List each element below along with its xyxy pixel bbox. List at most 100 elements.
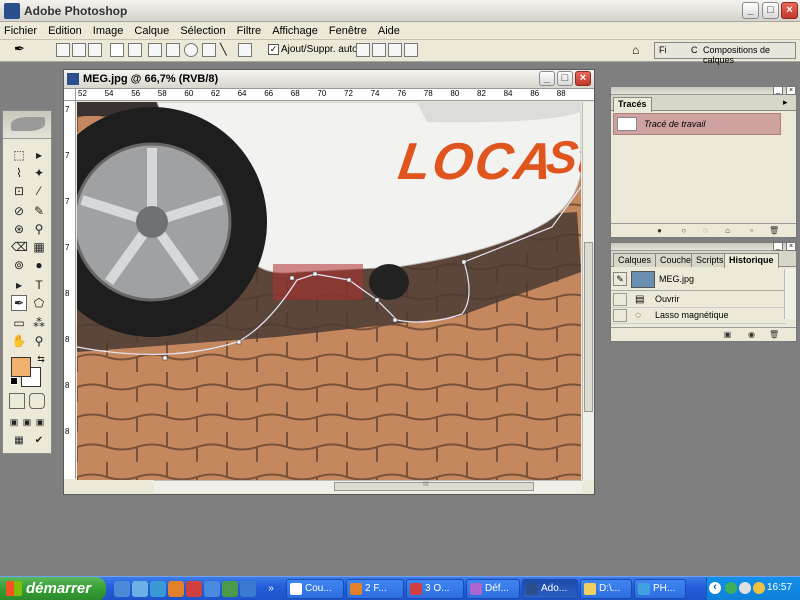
taskbar-button-photoshop[interactable]: Ado... bbox=[522, 579, 578, 599]
minimize-button[interactable]: _ bbox=[742, 2, 759, 19]
tab-scripts[interactable]: Scripts bbox=[691, 253, 729, 267]
show-desktop-icon[interactable] bbox=[114, 581, 130, 597]
volume-icon[interactable] bbox=[739, 582, 751, 594]
layer-comps-tab[interactable]: Compositions de calques bbox=[703, 45, 795, 65]
rounded-rect-shape-icon[interactable] bbox=[166, 43, 180, 57]
quicklaunch-more-button[interactable]: » bbox=[266, 581, 276, 597]
edit-in-imageready-icon[interactable]: ✔ bbox=[31, 433, 47, 449]
imageready-jump-icon[interactable]: ▦ bbox=[11, 433, 27, 449]
doc-close-button[interactable]: × bbox=[575, 71, 591, 86]
magic-wand-icon[interactable]: ✦ bbox=[31, 165, 47, 181]
shape-layers-icon[interactable] bbox=[56, 43, 70, 57]
image-canvas[interactable]: LOCA St bbox=[77, 102, 581, 480]
delete-path-icon[interactable]: 🗑 bbox=[769, 226, 779, 235]
eraser-tool-icon[interactable]: ⌫ bbox=[11, 239, 28, 255]
menu-image[interactable]: Image bbox=[89, 22, 128, 37]
taskbar-button[interactable]: D:\... bbox=[580, 579, 632, 599]
ruler-origin[interactable] bbox=[64, 89, 76, 101]
tab-historique[interactable]: Historique bbox=[724, 253, 779, 268]
vertical-scrollbar[interactable] bbox=[582, 102, 594, 480]
security-icon[interactable] bbox=[753, 582, 765, 594]
path-combine-icon[interactable] bbox=[356, 43, 370, 57]
pen-tool-icon[interactable] bbox=[110, 43, 124, 57]
standard-mode-icon[interactable] bbox=[9, 393, 25, 409]
panel-minimize-button[interactable]: _ bbox=[773, 86, 783, 95]
path-intersect-icon[interactable] bbox=[388, 43, 402, 57]
pen-tool-preset-icon[interactable]: ✒ bbox=[14, 41, 28, 56]
tab-calques[interactable]: Calques bbox=[613, 253, 657, 267]
slice-tool-icon[interactable]: ⁄ bbox=[31, 183, 47, 199]
foreground-color-swatch[interactable] bbox=[11, 357, 31, 377]
polygon-shape-icon[interactable] bbox=[202, 43, 216, 57]
history-step[interactable]: ◌ Lasso magnétique bbox=[611, 308, 786, 324]
rectangle-shape-icon[interactable] bbox=[148, 43, 162, 57]
new-document-from-state-icon[interactable]: ▣ bbox=[723, 330, 732, 339]
vertical-scroll-thumb[interactable] bbox=[584, 242, 593, 412]
custom-shape-icon[interactable] bbox=[238, 43, 252, 57]
menu-calque[interactable]: Calque bbox=[130, 22, 173, 37]
menu-affichage[interactable]: Affichage bbox=[268, 22, 322, 37]
lasso-tool-icon[interactable]: ⌇ bbox=[11, 165, 27, 181]
path-item-work-path[interactable]: Tracé de travail bbox=[613, 113, 781, 135]
taskbar-button[interactable]: PH... bbox=[634, 579, 686, 599]
zoom-tool-icon[interactable]: ⚲ bbox=[31, 333, 47, 349]
history-brush-source-icon[interactable]: ✎ bbox=[613, 272, 627, 286]
history-step[interactable]: ▤ Ouvrir bbox=[611, 292, 786, 308]
notes-tool-icon[interactable]: ▭ bbox=[11, 315, 27, 331]
palette-well[interactable]: Fi C Compositions de calques bbox=[654, 42, 796, 65]
path-subtract-icon[interactable] bbox=[372, 43, 386, 57]
menu-selection[interactable]: Sélection bbox=[176, 22, 229, 37]
tray-expand-icon[interactable]: ‹ bbox=[709, 582, 721, 594]
history-snapshot[interactable]: ✎ MEG.jpg bbox=[611, 269, 786, 291]
menu-fichier[interactable]: Fichier bbox=[0, 22, 41, 37]
path-selection-icon[interactable]: ▸ bbox=[11, 277, 27, 293]
close-button[interactable]: × bbox=[781, 2, 798, 19]
horizontal-ruler[interactable]: 52 54 56 58 60 62 64 66 68 70 72 74 76 78 80 82 84 86 88 bbox=[76, 89, 594, 101]
doc-minimize-button[interactable]: _ bbox=[539, 71, 555, 86]
taskbar-button[interactable]: 3 O... bbox=[406, 579, 464, 599]
app-icon[interactable] bbox=[222, 581, 238, 597]
bluetooth-icon[interactable] bbox=[150, 581, 166, 597]
palette-well-tab[interactable]: C bbox=[691, 45, 698, 55]
menu-aide[interactable]: Aide bbox=[374, 22, 404, 37]
paths-mode-icon[interactable] bbox=[72, 43, 86, 57]
dodge-tool-icon[interactable]: ● bbox=[31, 257, 47, 273]
new-path-icon[interactable]: ▫ bbox=[747, 226, 756, 235]
opera-icon[interactable] bbox=[186, 581, 202, 597]
history-brush-box[interactable] bbox=[613, 309, 627, 322]
brush-tool-icon[interactable]: ✎ bbox=[31, 203, 47, 219]
network-icon[interactable] bbox=[725, 582, 737, 594]
stroke-path-icon[interactable]: ○ bbox=[679, 226, 688, 235]
crop-tool-icon[interactable]: ⊡ bbox=[11, 183, 27, 199]
firefox-icon[interactable] bbox=[168, 581, 184, 597]
history-brush-icon[interactable]: ⚲ bbox=[31, 221, 47, 237]
type-tool-icon[interactable]: T bbox=[31, 277, 47, 293]
line-shape-icon[interactable]: ╲ bbox=[220, 43, 234, 57]
make-work-path-icon[interactable]: ⌂ bbox=[723, 226, 732, 235]
pen-tool-icon[interactable]: ✒ bbox=[11, 295, 27, 311]
horizontal-scroll-thumb[interactable]: III bbox=[334, 481, 534, 491]
doc-maximize-button[interactable]: □ bbox=[557, 71, 573, 86]
freeform-pen-icon[interactable] bbox=[128, 43, 142, 57]
taskbar-button[interactable]: Déf... bbox=[466, 579, 520, 599]
taskbar-button[interactable]: Cou... bbox=[286, 579, 344, 599]
gradient-tool-icon[interactable]: ▦ bbox=[31, 239, 47, 255]
load-as-selection-icon[interactable]: ◌ bbox=[701, 226, 710, 235]
path-exclude-icon[interactable] bbox=[404, 43, 418, 57]
menu-filtre[interactable]: Filtre bbox=[233, 22, 265, 37]
maximize-button[interactable]: □ bbox=[762, 2, 779, 19]
hand-tool-icon[interactable]: ✋ bbox=[11, 333, 27, 349]
menu-edition[interactable]: Edition bbox=[44, 22, 86, 37]
panel-minimize-button[interactable]: _ bbox=[773, 242, 783, 251]
menu-fenetre[interactable]: Fenêtre bbox=[325, 22, 371, 37]
panel-close-button[interactable]: × bbox=[786, 242, 796, 251]
history-brush-box[interactable] bbox=[613, 293, 627, 306]
horizontal-scrollbar[interactable]: III bbox=[154, 480, 582, 493]
ie-icon[interactable] bbox=[132, 581, 148, 597]
quick-mask-icon[interactable] bbox=[29, 393, 45, 409]
palette-well-tab[interactable]: Fi bbox=[659, 45, 667, 55]
vertical-ruler[interactable]: 7 7 7 7 8 8 8 8 bbox=[64, 101, 76, 479]
browser-icon[interactable] bbox=[204, 581, 220, 597]
default-colors-icon[interactable] bbox=[10, 377, 18, 385]
start-button[interactable]: démarrer bbox=[0, 577, 106, 600]
